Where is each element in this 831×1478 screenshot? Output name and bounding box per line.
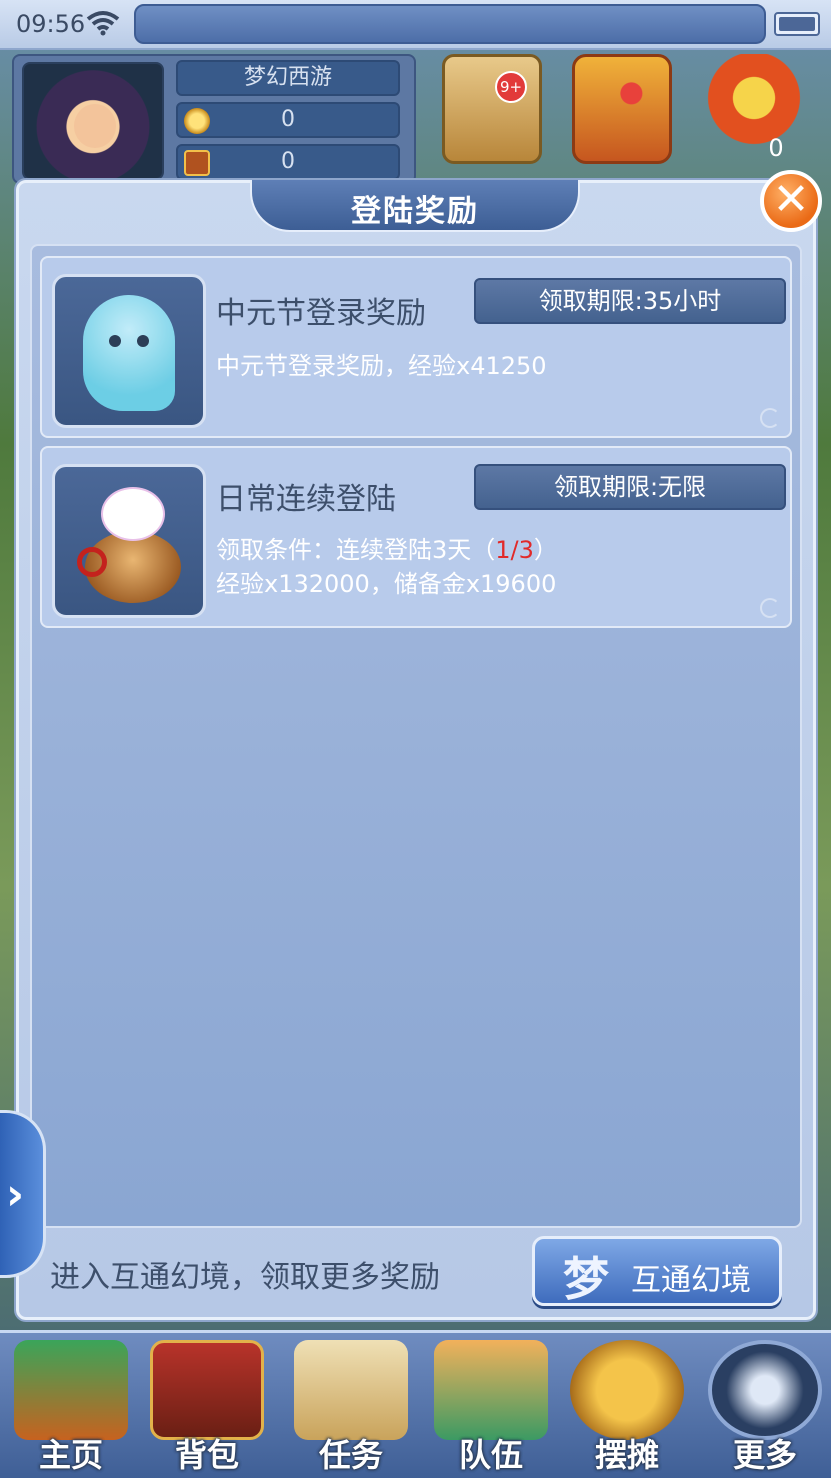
top-icon-bar: 9+ 0: [424, 48, 824, 178]
condition-progress: 1/3: [495, 536, 534, 564]
reward-icon-frame[interactable]: [52, 464, 206, 618]
coin-count: 0: [281, 107, 295, 132]
condition-suffix: ）: [533, 536, 558, 564]
footer-hint: 进入互通幻境，领取更多奖励: [50, 1260, 440, 1295]
nav-label: 主页: [38, 1436, 103, 1474]
nav-label: 背包: [174, 1436, 239, 1474]
status-time: 09:56: [16, 10, 86, 38]
coin-icon: [570, 1340, 684, 1440]
nav-label: 更多: [732, 1436, 797, 1474]
condition-prefix: 领取条件：连续登陆3天（: [216, 536, 496, 564]
chest-icon: [184, 150, 210, 176]
nav-label: 摆摊: [594, 1436, 659, 1474]
player-avatar[interactable]: [22, 62, 164, 180]
dream-glyph-icon: 梦: [563, 1252, 609, 1306]
nav-quest[interactable]: 任务: [286, 1336, 416, 1476]
torch-count: 0: [768, 134, 784, 162]
treasure-chest-icon[interactable]: [572, 54, 672, 164]
corner-ornament: [760, 598, 780, 618]
nav-stall[interactable]: 摆摊: [562, 1336, 692, 1476]
reward-description: 经验x132000，储备金x19600: [216, 570, 557, 598]
nav-bag[interactable]: 背包: [142, 1336, 272, 1476]
reward-condition: 领取条件：连续登陆3天（1/3）: [216, 530, 558, 565]
wifi-icon: [86, 11, 120, 36]
house-icon: [14, 1340, 128, 1440]
corner-ornament: [760, 408, 780, 428]
reward-limit: 领取期限:无限: [474, 464, 786, 510]
reward-limit: 领取期限:35小时: [474, 278, 786, 324]
portal-button-label: 互通幻境: [631, 1263, 751, 1298]
chevron-right-icon: ›: [6, 1169, 25, 1220]
team-icon: [434, 1340, 548, 1440]
more-icon: [708, 1340, 822, 1440]
notification-badge: 9+: [495, 71, 527, 103]
server-name: 梦幻西游: [176, 60, 400, 96]
nav-home[interactable]: 主页: [6, 1336, 136, 1476]
lucky-cat-pot-icon: [77, 487, 183, 605]
ghost-icon: [83, 295, 175, 411]
coin-icon: [184, 108, 210, 134]
reward-row: 日常连续登陆 领取期限:无限 领取条件：连续登陆3天（1/3） 经验x13200…: [40, 446, 792, 628]
battery-icon: [774, 12, 820, 36]
portal-button[interactable]: 梦 互通幻境: [532, 1236, 782, 1306]
notification-pill: [134, 4, 766, 44]
reward-description: 中元节登录奖励，经验x41250: [216, 352, 547, 380]
chest-icon: [150, 1340, 264, 1440]
nav-label: 队伍: [458, 1436, 523, 1474]
chest-count: 0: [281, 149, 295, 174]
reward-name: 中元节登录奖励: [216, 296, 426, 331]
nav-more[interactable]: 更多: [700, 1336, 830, 1476]
close-button[interactable]: ✕: [760, 170, 822, 232]
coin-stat: 0: [176, 102, 400, 138]
nav-team[interactable]: 队伍: [426, 1336, 556, 1476]
scroll-icon: [294, 1340, 408, 1440]
nav-label: 任务: [318, 1436, 383, 1474]
chest-stat: 0: [176, 144, 400, 180]
side-expand-handle[interactable]: ›: [0, 1110, 46, 1278]
reward-name: 日常连续登陆: [216, 482, 396, 517]
reward-row: 中元节登录奖励 领取期限:35小时 中元节登录奖励，经验x41250: [40, 256, 792, 438]
status-bar: 09:56: [0, 0, 831, 50]
quest-scroll-icon[interactable]: 9+: [442, 54, 542, 164]
reward-icon-frame[interactable]: [52, 274, 206, 428]
dialog-title: 登陆奖励: [351, 194, 479, 229]
avatar-face: [74, 104, 116, 148]
